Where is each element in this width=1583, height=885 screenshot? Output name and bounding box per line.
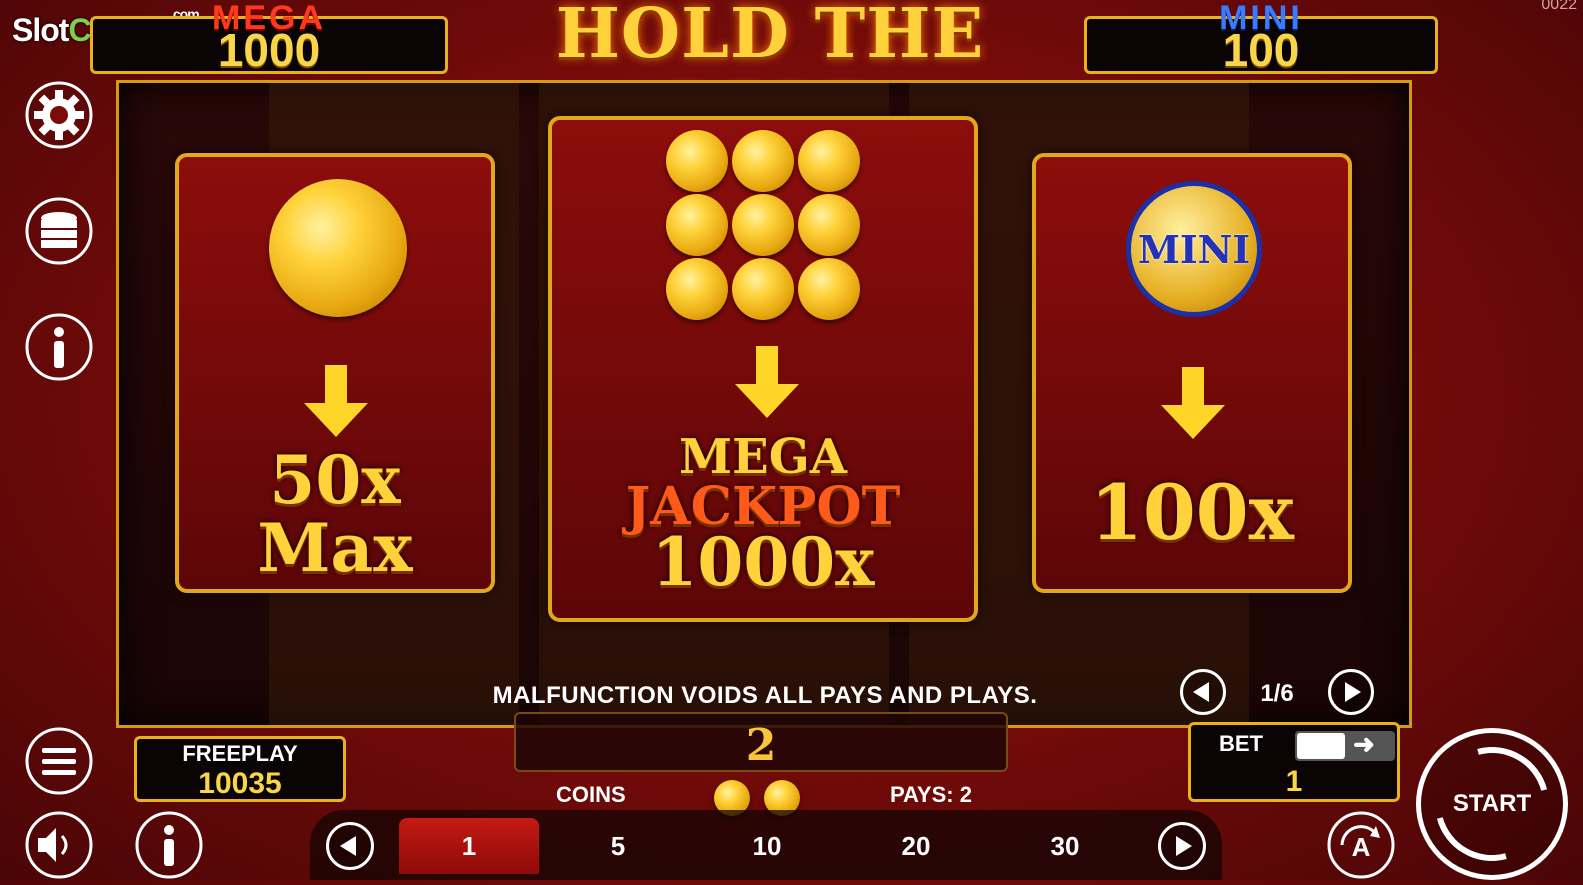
mini-coin-icon: MINI (1126, 181, 1262, 317)
paytable-card-left: 50x Max (175, 153, 495, 593)
arrow-right-icon: ➜ (1353, 729, 1375, 759)
disclaimer-text: MALFUNCTION VOIDS ALL PAYS AND PLAYS. (492, 682, 1038, 709)
mega-jackpot-value: 1000 (217, 24, 321, 76)
corner-id: 0022 (1541, 0, 1577, 13)
arrow-right-icon (1345, 682, 1361, 702)
arrow-down-icon (325, 365, 347, 405)
win-display: 2 (514, 712, 1008, 772)
next-page-button[interactable] (1328, 669, 1374, 715)
autoplay-button[interactable]: A (1326, 810, 1396, 880)
mini-jackpot-box: MINI 100 (1084, 0, 1438, 76)
arrow-down-head (1161, 405, 1225, 439)
arrow-right-icon (1176, 836, 1192, 856)
info-icon-bottom (135, 811, 203, 879)
bet-value: 1 (1285, 765, 1303, 798)
gold-coin-icon (798, 258, 860, 320)
coin-next-button[interactable] (1158, 822, 1206, 870)
gold-coin-icon (666, 194, 728, 256)
arrow-down-icon (1182, 367, 1204, 407)
gold-coin-icon (798, 194, 860, 256)
sound-button[interactable] (24, 810, 94, 880)
arrow-down-head (304, 403, 368, 437)
arrow-down-icon (756, 346, 778, 386)
settings-gear-icon (25, 81, 93, 149)
paytable-card-right: MINI 100x (1032, 153, 1352, 593)
svg-text:A: A (1352, 832, 1371, 862)
coins-label: COINS (556, 782, 626, 807)
info-button-bottom[interactable] (134, 810, 204, 880)
gold-coin-icon (666, 130, 728, 192)
prev-page-button[interactable] (1180, 669, 1226, 715)
settings-button[interactable] (24, 80, 94, 150)
game-title: HOLD THE GOLD (555, 0, 985, 154)
mini-coin-label: MINI (1137, 226, 1251, 272)
left-card-multiplier: 50x (269, 441, 401, 519)
arrow-left-icon (1193, 682, 1209, 702)
center-card-mega: MEGA (679, 429, 847, 485)
gold-coin-icon (732, 258, 794, 320)
bet-toggle-knob (1297, 733, 1345, 759)
coin-option-1[interactable]: 1 (399, 818, 539, 874)
gold-coin-icon (666, 258, 728, 320)
arrow-left-icon (340, 836, 356, 856)
center-card-multiplier: 1000x (651, 523, 875, 601)
info-button[interactable] (24, 312, 94, 382)
left-card-max: Max (257, 509, 413, 587)
paytable-card-center: MEGA JACKPOT 1000x (548, 116, 978, 622)
coin-prev-button[interactable] (326, 822, 374, 870)
win-value: 2 (745, 720, 777, 771)
start-label: START (1452, 790, 1532, 817)
right-card-multiplier: 100x (1090, 468, 1294, 557)
info-icon (25, 313, 93, 381)
mini-jackpot-value: 100 (1222, 24, 1300, 76)
menu-icon (25, 727, 93, 795)
freeplay-value: 10035 (198, 767, 282, 800)
coins-stack-icon (25, 197, 93, 265)
coin-grid (666, 130, 866, 330)
sound-icon (25, 811, 93, 879)
gold-coin-icon (732, 194, 794, 256)
start-spin-button[interactable]: START (1414, 726, 1570, 882)
bet-box: BET ➜ 1 (1188, 722, 1400, 802)
mega-jackpot-box: MEGA 1000 (90, 0, 448, 76)
arrow-down-head (735, 384, 799, 418)
coin-option-5[interactable]: 5 (548, 818, 688, 874)
pays-label: PAYS: 2 (890, 782, 972, 807)
coin-value-button[interactable] (24, 196, 94, 266)
menu-button[interactable] (24, 726, 94, 796)
gold-coin-icon (269, 179, 407, 317)
bet-toggle[interactable]: ➜ (1295, 729, 1395, 761)
coin-option-30[interactable]: 30 (995, 818, 1135, 874)
page-indicator: 1/6 (1260, 680, 1294, 707)
autoplay-icon: A (1327, 811, 1395, 879)
freeplay-box: FREEPLAY 10035 (134, 736, 346, 802)
freeplay-label: FREEPLAY (182, 741, 298, 766)
coin-option-10[interactable]: 10 (697, 818, 837, 874)
bet-label: BET (1219, 731, 1263, 756)
gold-coin-icon (798, 130, 860, 192)
coin-option-20[interactable]: 20 (846, 818, 986, 874)
gold-coin-icon (732, 130, 794, 192)
